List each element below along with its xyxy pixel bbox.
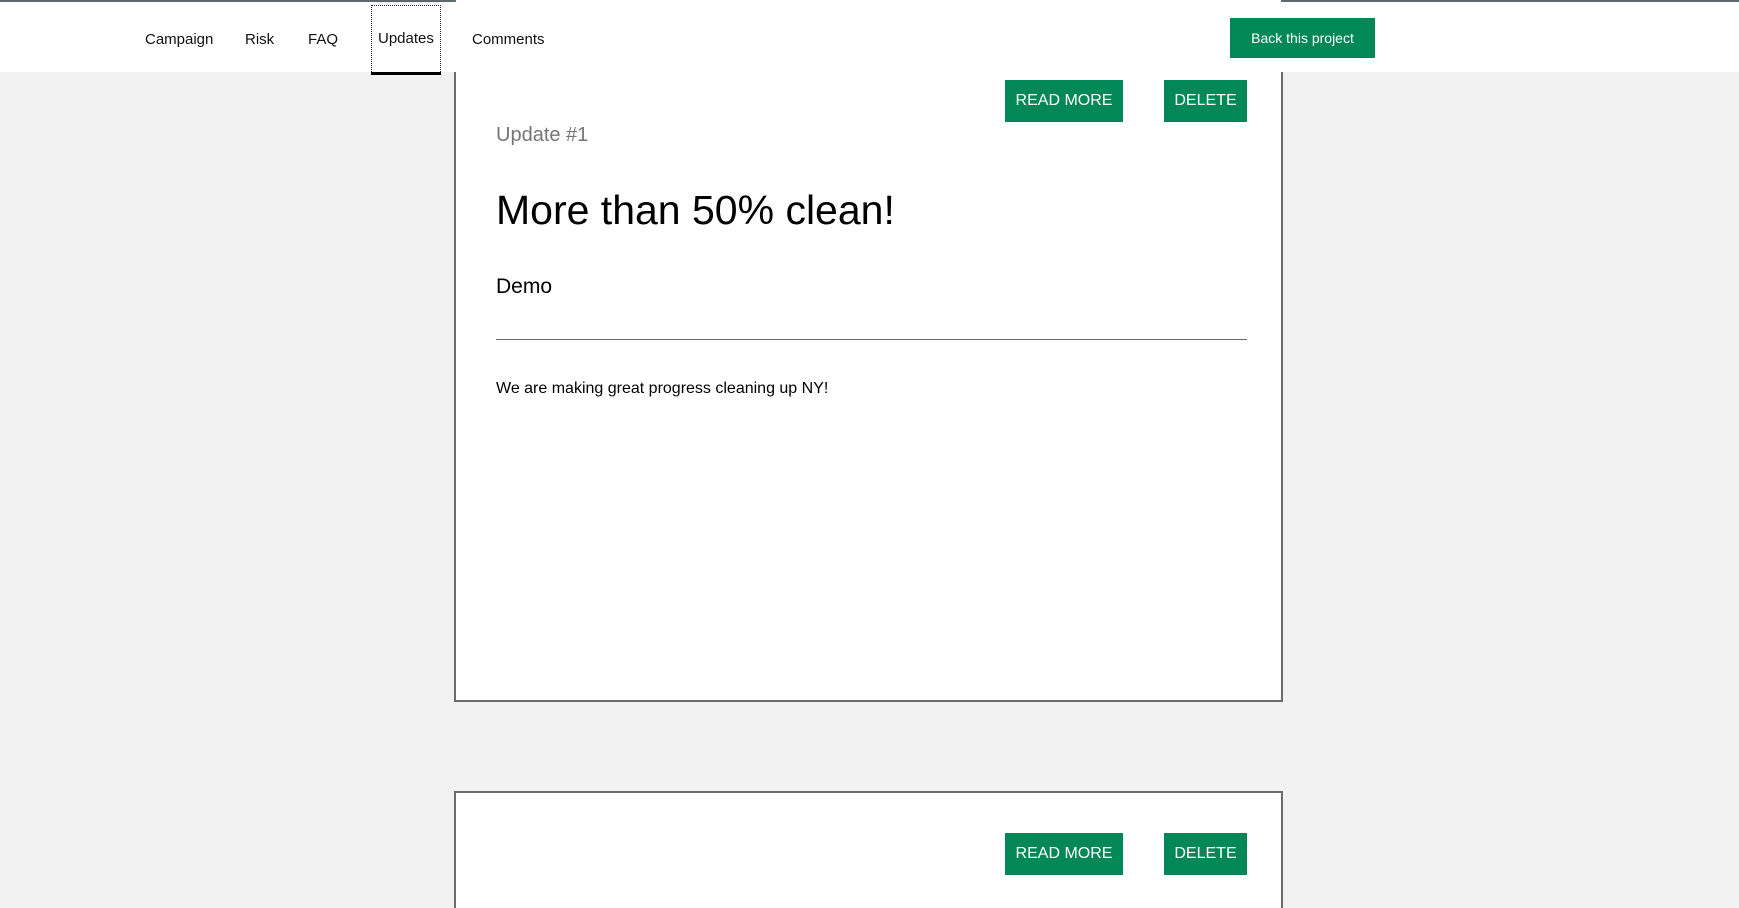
tab-risk[interactable]: Risk	[245, 4, 274, 73]
update-body: We are making great progress cleaning up…	[496, 380, 829, 397]
update-card: READ MORE DELETE	[454, 791, 1283, 908]
tab-updates[interactable]: Updates	[371, 5, 441, 75]
tab-campaign[interactable]: Campaign	[145, 4, 213, 73]
project-nav-bar: Campaign Risk FAQ Updates Comments Back …	[0, 2, 1739, 75]
update-author: Demo	[496, 275, 553, 298]
page: READ MORE DELETE Update #1 More than 50%…	[0, 0, 1739, 908]
update-card: READ MORE DELETE Update #1 More than 50%…	[454, 0, 1283, 702]
back-this-project-button[interactable]: Back this project	[1230, 18, 1375, 58]
divider	[496, 339, 1247, 340]
tab-faq[interactable]: FAQ	[308, 4, 338, 73]
tab-comments[interactable]: Comments	[472, 4, 545, 73]
update-number: Update #1	[496, 124, 589, 146]
update-title: More than 50% clean!	[496, 187, 895, 233]
read-more-button[interactable]: READ MORE	[1005, 80, 1123, 122]
read-more-button[interactable]: READ MORE	[1005, 833, 1123, 875]
delete-button[interactable]: DELETE	[1164, 80, 1247, 122]
delete-button[interactable]: DELETE	[1164, 833, 1247, 875]
